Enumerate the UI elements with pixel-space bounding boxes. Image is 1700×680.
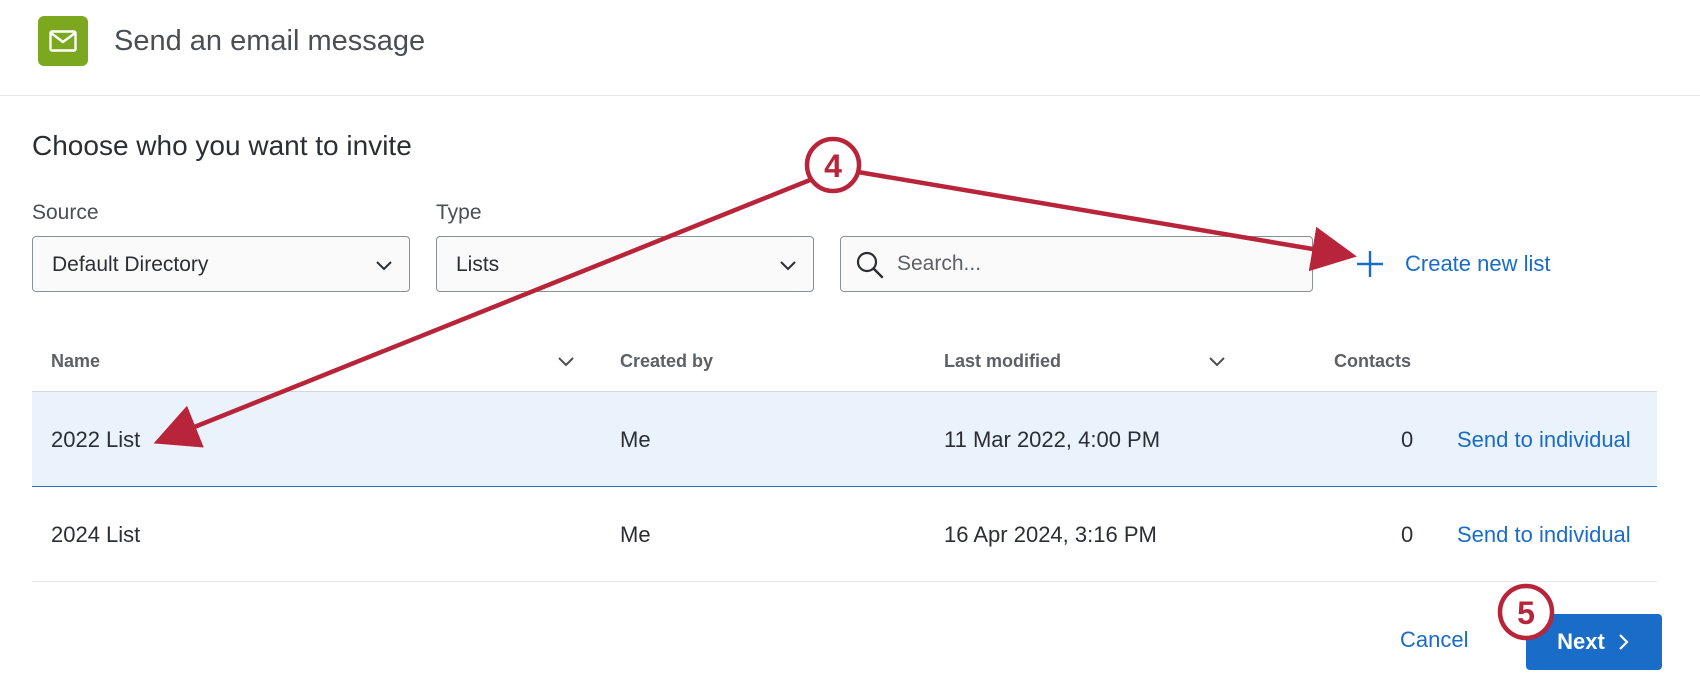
column-header-last-modified[interactable]: Last modified: [944, 350, 1061, 372]
table-header: Name Created by Last modified Contacts: [32, 330, 1657, 392]
row-created-by: Me: [620, 427, 651, 452]
send-to-individual-link[interactable]: Send to individual: [1457, 426, 1631, 454]
cancel-button[interactable]: Cancel: [1400, 625, 1468, 655]
type-select[interactable]: Lists: [436, 236, 814, 292]
next-button[interactable]: Next: [1526, 614, 1662, 670]
table-row[interactable]: 2022 List Me 11 Mar 2022, 4:00 PM 0 Send…: [32, 392, 1657, 487]
create-new-list-button[interactable]: Create new list: [1355, 248, 1551, 280]
row-created-by: Me: [620, 522, 651, 547]
lists-table: Name Created by Last modified Contacts 2…: [32, 330, 1657, 582]
dialog-header: Send an email message: [0, 0, 1700, 96]
row-name: 2022 List: [51, 427, 141, 452]
search-icon: [856, 251, 884, 279]
plus-icon: [1357, 251, 1383, 277]
type-select-value: Lists: [456, 253, 500, 276]
section-title: Choose who you want to invite: [32, 130, 412, 161]
search-box[interactable]: [840, 236, 1313, 292]
source-label: Source: [32, 201, 99, 224]
chevron-down-icon: [376, 261, 392, 271]
row-last-modified: 11 Mar 2022, 4:00 PM: [944, 427, 1161, 452]
type-label: Type: [436, 201, 482, 224]
row-contacts: 0: [1401, 427, 1414, 452]
column-header-contacts: Contacts: [1334, 351, 1412, 371]
step-4-number: 4: [824, 148, 842, 184]
step-4-callout: [804, 136, 862, 194]
mail-icon: [38, 16, 88, 66]
source-select[interactable]: Default Directory: [32, 236, 410, 292]
column-header-created-by: Created by: [620, 351, 714, 371]
chevron-down-icon[interactable]: [555, 350, 577, 372]
source-select-value: Default Directory: [52, 253, 209, 276]
dialog-title: Send an email message: [114, 25, 426, 57]
column-header-name[interactable]: Name: [51, 350, 100, 372]
create-new-list-label: Create new list: [1405, 251, 1551, 276]
next-button-label: Next: [1557, 629, 1605, 654]
table-row[interactable]: 2024 List Me 16 Apr 2024, 3:16 PM 0 Send…: [32, 487, 1657, 582]
send-to-individual-link[interactable]: Send to individual: [1457, 521, 1631, 549]
chevron-right-icon: [1619, 634, 1629, 650]
row-name: 2024 List: [51, 522, 141, 547]
row-contacts: 0: [1401, 522, 1414, 547]
search-input[interactable]: [897, 247, 1297, 281]
row-last-modified: 16 Apr 2024, 3:16 PM: [944, 522, 1157, 547]
chevron-down-icon[interactable]: [1206, 350, 1228, 372]
chevron-down-icon: [780, 261, 796, 271]
